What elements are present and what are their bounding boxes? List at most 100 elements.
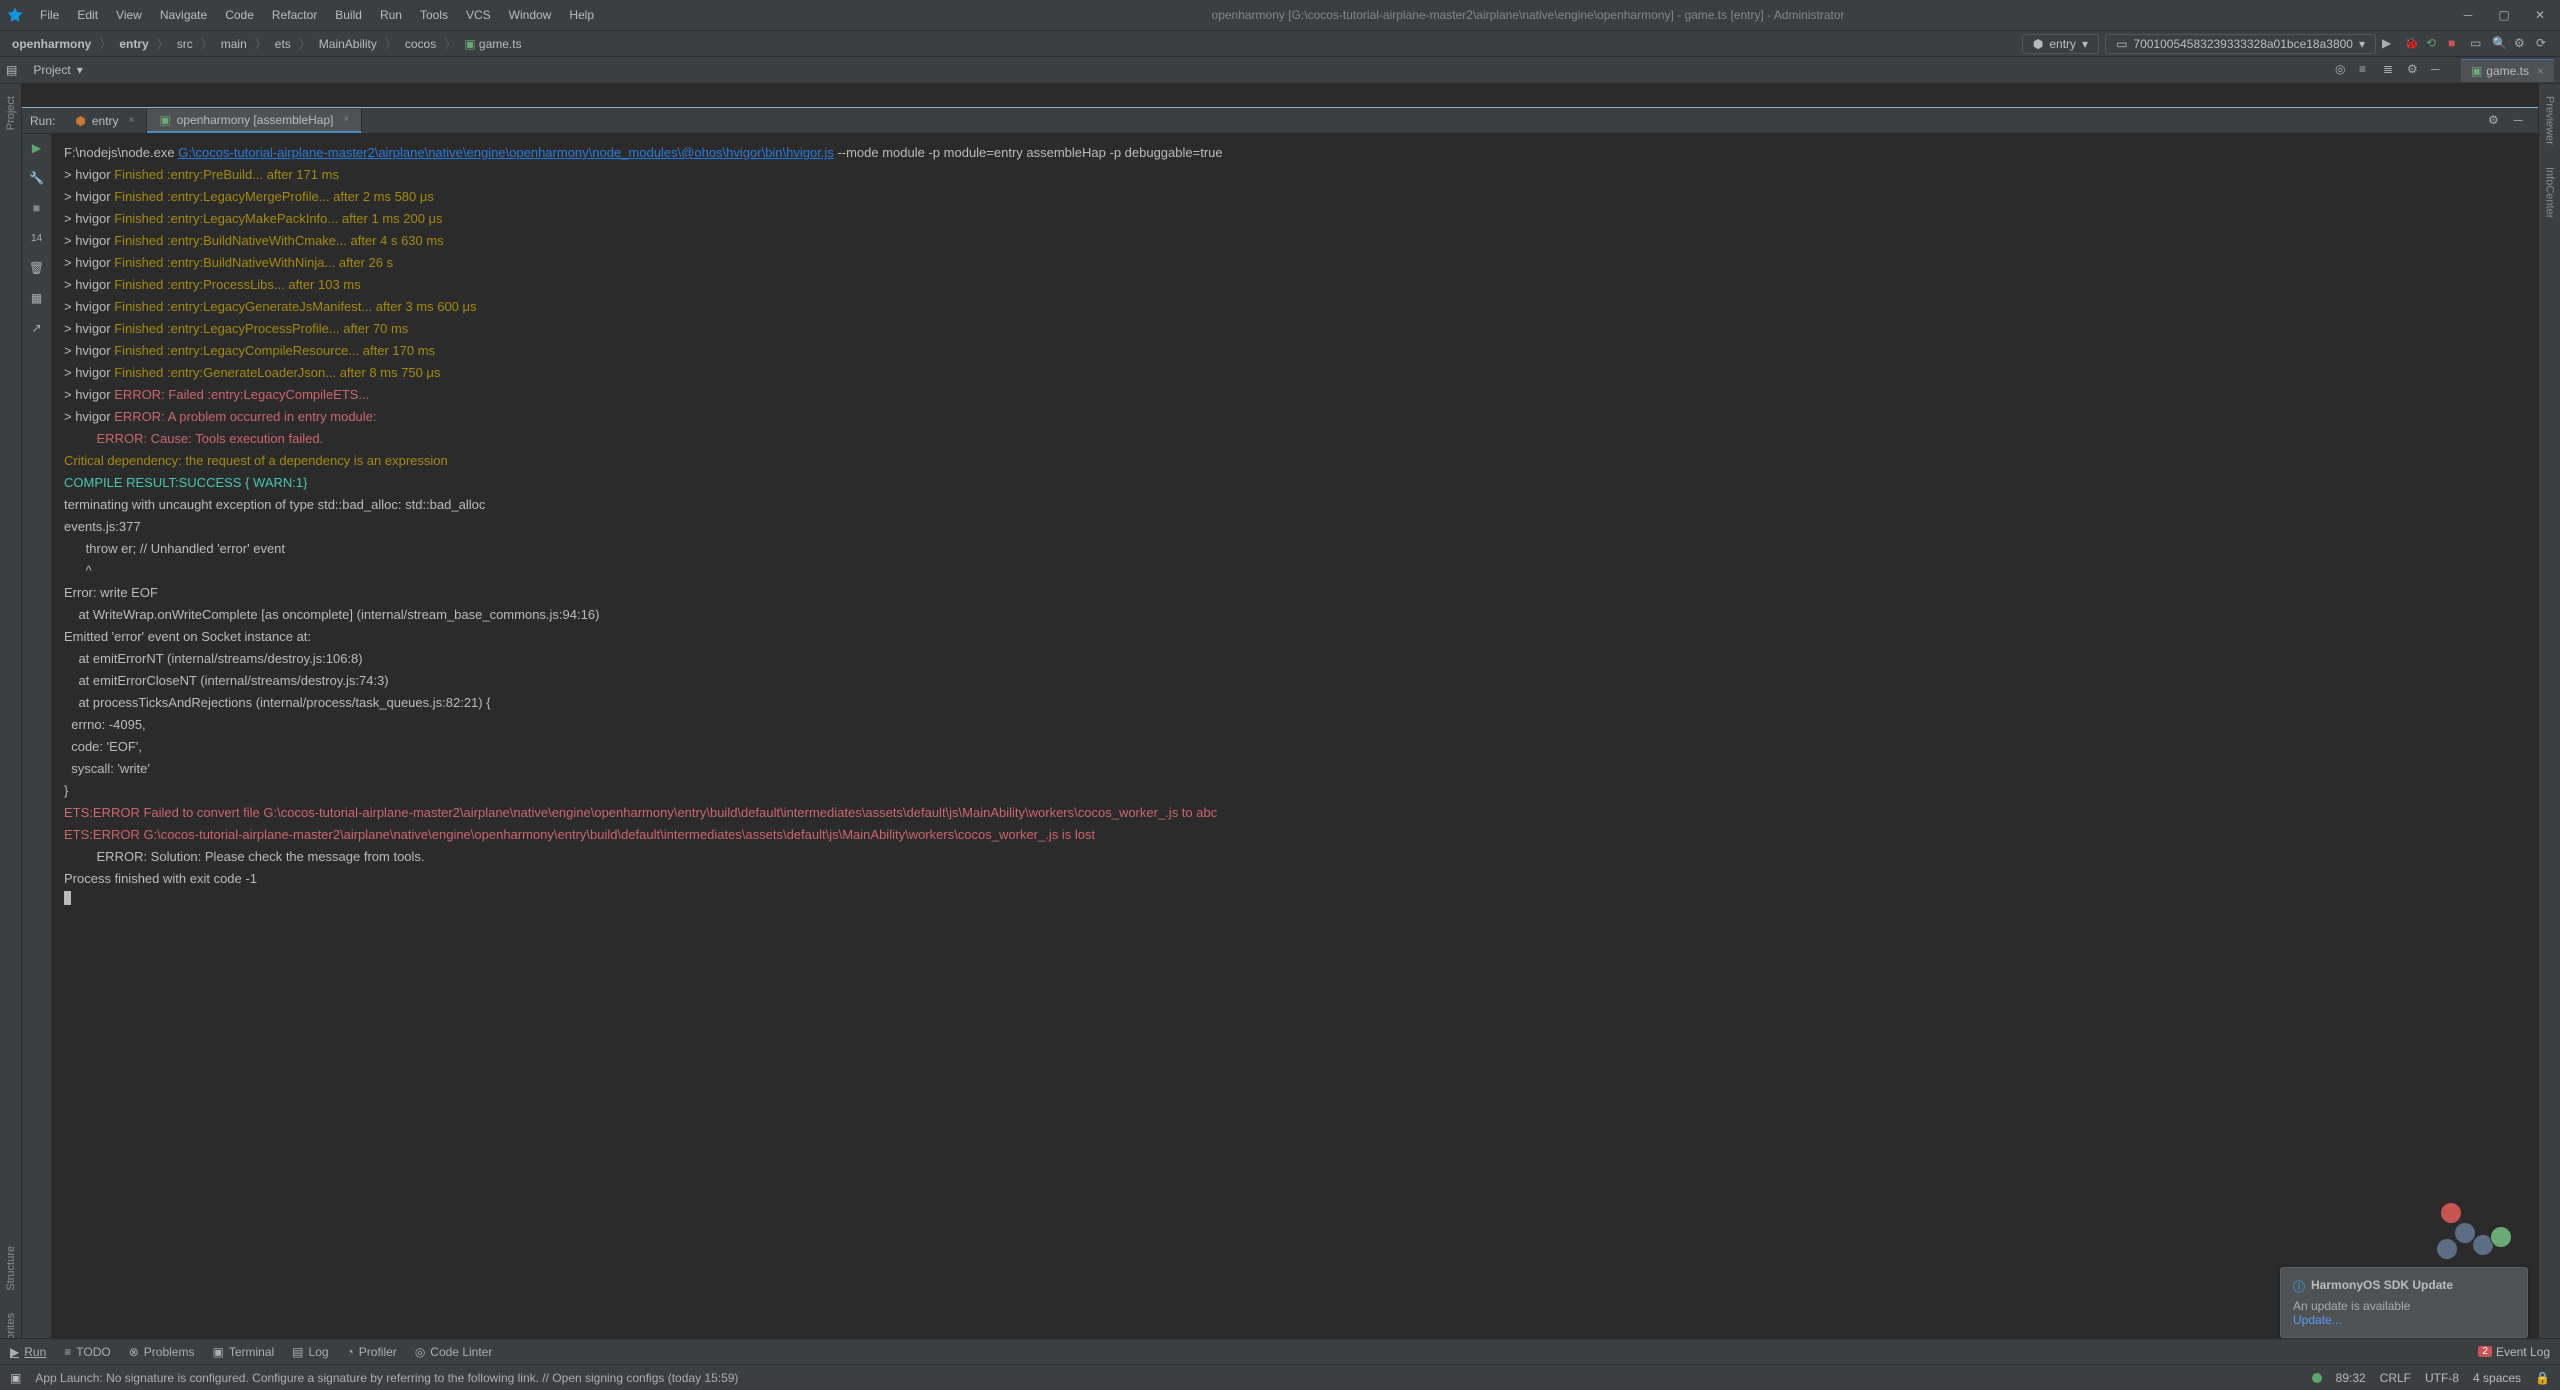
menu-navigate[interactable]: Navigate (152, 4, 215, 26)
todo-icon: ≡ (64, 1345, 71, 1359)
menu-tools[interactable]: Tools (412, 4, 456, 26)
breadcrumb-segment[interactable]: main (217, 35, 251, 53)
collapse-icon[interactable]: ≣ (2383, 62, 2399, 78)
target-icon[interactable]: ◎ (2335, 62, 2351, 78)
menu-refactor[interactable]: Refactor (264, 4, 325, 26)
menu-build[interactable]: Build (327, 4, 370, 26)
close-icon[interactable]: × (129, 115, 135, 126)
trash-icon[interactable]: 🗑 (29, 260, 45, 276)
gear-icon[interactable]: ⚙ (2407, 62, 2423, 78)
search-icon[interactable]: 🔍 (2492, 36, 2508, 52)
run-tab-assemble-label: openharmony [assembleHap] (177, 113, 334, 127)
cursor (64, 891, 71, 905)
project-view-combo[interactable]: Project ▾ (23, 61, 92, 79)
sidebar-toggle-icon[interactable]: ▤ (6, 63, 17, 77)
bottom-todo[interactable]: ≡ TODO (64, 1345, 110, 1359)
menu-run[interactable]: Run (372, 4, 410, 26)
chevron-right-icon: 〉 (199, 35, 215, 52)
down-arrow-icon[interactable]: 14 (29, 230, 45, 246)
bottom-log[interactable]: ▤Log (292, 1345, 328, 1359)
breadcrumb-segment[interactable]: cocos (401, 35, 440, 53)
stop-icon[interactable]: ■ (2448, 36, 2464, 52)
editor-tab-game[interactable]: ▣ game.ts × (2461, 59, 2554, 82)
menu-window[interactable]: Window (501, 4, 560, 26)
sidebar-tab-structure[interactable]: Structure (5, 1240, 17, 1297)
status-bar: ▣ App Launch: No signature is configured… (0, 1364, 2560, 1390)
notification-icon[interactable]: ▣ (10, 1371, 21, 1385)
settings-icon[interactable]: ⚙ (2514, 36, 2530, 52)
menu-help[interactable]: Help (561, 4, 602, 26)
bottom-problems[interactable]: ⊗Problems (129, 1345, 195, 1359)
menu-vcs[interactable]: VCS (458, 4, 499, 26)
event-log-button[interactable]: 2 Event Log (2478, 1345, 2550, 1359)
ts-file-icon: ▣ (2471, 64, 2482, 78)
close-button[interactable]: ✕ (2526, 6, 2554, 24)
chevron-right-icon: 〉 (155, 35, 171, 52)
breadcrumb-segment[interactable]: ▣ game.ts (460, 35, 525, 53)
sidebar-tab-project[interactable]: Project (5, 90, 17, 136)
gear-icon[interactable]: ⚙ (2488, 113, 2504, 129)
bottom-log-label: Log (309, 1345, 329, 1359)
maximize-button[interactable]: ▢ (2490, 6, 2518, 24)
breadcrumb: openharmony〉entry〉src〉main〉ets〉MainAbili… (8, 35, 2022, 53)
attach-icon[interactable]: ⟲ (2426, 36, 2442, 52)
toast-title: HarmonyOS SDK Update (2311, 1278, 2453, 1295)
toast-update-link[interactable]: Update... (2293, 1313, 2515, 1327)
close-icon[interactable]: × (2537, 64, 2544, 78)
device-icon: ▭ (2116, 37, 2127, 51)
run-tab-assemble[interactable]: ▣ openharmony [assembleHap] × (147, 109, 362, 133)
menu-code[interactable]: Code (217, 4, 262, 26)
indent-setting[interactable]: 4 spaces (2473, 1371, 2521, 1385)
mascot-decoration (2400, 1182, 2520, 1272)
bottom-profiler-label: Profiler (359, 1345, 397, 1359)
cursor-position[interactable]: 89:32 (2336, 1371, 2366, 1385)
breadcrumb-segment[interactable]: openharmony (8, 35, 95, 53)
expand-icon[interactable]: ≡ (2359, 62, 2375, 78)
ts-file-icon: ▣ (464, 37, 479, 51)
chevron-right-icon: 〉 (442, 35, 458, 52)
bottom-terminal[interactable]: ▣Terminal (212, 1345, 274, 1359)
project-label: Project (33, 63, 70, 77)
bottom-run[interactable]: ▶Run (10, 1345, 46, 1359)
readonly-lock-icon[interactable]: 🔒 (2535, 1371, 2550, 1385)
sidebar-tab-previewer[interactable]: Previewer (2544, 90, 2556, 151)
chevron-down-icon: ▾ (77, 63, 83, 77)
breadcrumb-segment[interactable]: entry (115, 35, 152, 53)
pin-icon[interactable]: ↗ (29, 320, 45, 336)
rerun-icon[interactable]: ▶ (29, 140, 45, 156)
menu-edit[interactable]: Edit (69, 4, 106, 26)
menu-file[interactable]: File (32, 4, 67, 26)
bottom-linter-label: Code Linter (430, 1345, 492, 1359)
line-separator[interactable]: CRLF (2380, 1371, 2411, 1385)
run-icon[interactable]: ▶ (2382, 36, 2398, 52)
stop-icon[interactable]: ■ (29, 200, 45, 216)
nav-right-controls: ⬢ entry ▾ ▭ 70010054583239333328a01bce18… (2022, 34, 2552, 54)
chevron-down-icon: ▾ (2359, 37, 2365, 51)
console-panel: ▶ 🔧 ■ 14 🗑 ▦ ↗ F:\nodejs\node.exe G:\coc… (22, 134, 2538, 1338)
bottom-linter[interactable]: ◎Code Linter (415, 1345, 493, 1359)
close-icon[interactable]: × (343, 114, 349, 125)
status-message: App Launch: No signature is configured. … (35, 1371, 2297, 1385)
console-output[interactable]: F:\nodejs\node.exe G:\cocos-tutorial-air… (52, 134, 2538, 1338)
menu-view[interactable]: View (108, 4, 150, 26)
updates-icon[interactable]: ⟳ (2536, 36, 2552, 52)
breadcrumb-segment[interactable]: ets (271, 35, 295, 53)
breadcrumb-segment[interactable]: src (173, 35, 197, 53)
breadcrumb-segment[interactable]: MainAbility (315, 35, 381, 53)
folder-icon[interactable]: ▭ (2470, 36, 2486, 52)
window-controls: ─ ▢ ✕ (2454, 6, 2554, 24)
sidebar-tab-infocenter[interactable]: InfoCenter (2544, 161, 2556, 224)
wrench-icon[interactable]: 🔧 (29, 170, 45, 186)
layout-icon[interactable]: ▦ (29, 290, 45, 306)
file-encoding[interactable]: UTF-8 (2425, 1371, 2459, 1385)
bottom-todo-label: TODO (76, 1345, 110, 1359)
run-config-combo[interactable]: ⬢ entry ▾ (2022, 34, 2099, 54)
gradle-icon: ▣ (159, 113, 170, 127)
debug-icon[interactable]: 🐞 (2404, 36, 2420, 52)
run-tab-entry[interactable]: ⬢ entry × (63, 109, 147, 133)
hide-icon[interactable]: ─ (2431, 62, 2447, 78)
hide-icon[interactable]: ─ (2514, 113, 2530, 129)
device-combo[interactable]: ▭ 70010054583239333328a01bce18a3800 ▾ (2105, 34, 2376, 54)
minimize-button[interactable]: ─ (2454, 6, 2482, 24)
bottom-profiler[interactable]: ◔Profiler (347, 1345, 397, 1359)
